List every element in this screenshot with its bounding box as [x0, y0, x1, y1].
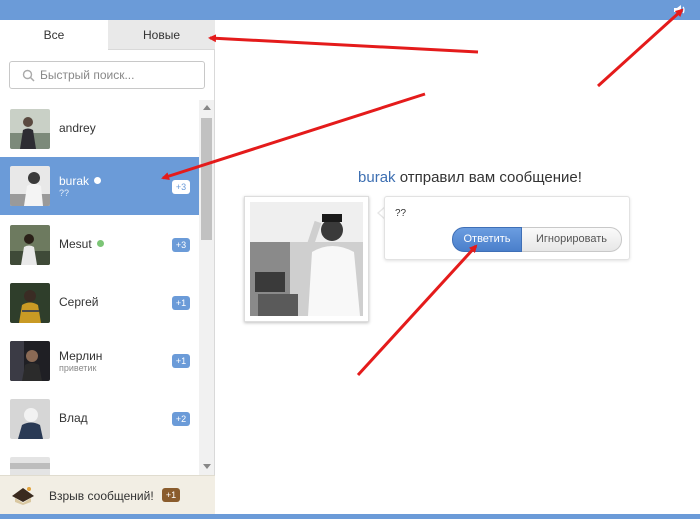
avatar: [10, 283, 50, 323]
app-window: Все Новые andrey burak: [0, 0, 700, 519]
message-blast-icon: [12, 487, 34, 505]
notification-author-link[interactable]: burak: [358, 169, 396, 186]
contact-name: burak: [59, 174, 102, 188]
message-bubble: ?? Ответить Игнорировать: [384, 196, 630, 260]
contact-item-active[interactable]: burak ?? +3: [0, 157, 199, 215]
contact-item[interactable]: Мерлин приветик +1: [0, 332, 199, 390]
tab-all[interactable]: Все: [0, 20, 108, 50]
scroll-up-icon[interactable]: [203, 105, 211, 110]
unread-badge: +1: [172, 296, 190, 310]
contact-item[interactable]: Влад +2: [0, 390, 199, 448]
unread-badge: +1: [172, 354, 190, 368]
online-indicator: [96, 240, 104, 247]
unread-badge: +3: [172, 180, 190, 194]
scrollbar-thumb[interactable]: [201, 118, 212, 240]
search-box[interactable]: [9, 61, 205, 89]
tab-new[interactable]: Новые: [108, 20, 215, 50]
notification-text: отправил вам сообщение!: [399, 169, 582, 186]
arrow-to-new-tab: [208, 34, 479, 54]
contact-item[interactable]: Сергей +1: [0, 274, 199, 332]
unread-badge: +2: [172, 412, 190, 426]
contact-name: Сергей: [59, 295, 99, 309]
tabs: Все Новые: [0, 20, 215, 50]
contact-list-scrollbar[interactable]: [199, 100, 214, 475]
contact-last-message: приветик: [59, 363, 97, 373]
avatar: [10, 399, 50, 439]
contact-last-message: ??: [59, 188, 70, 198]
contact-item[interactable]: andrey: [0, 100, 199, 158]
message-blast-label: Взрыв сообщений!: [49, 489, 154, 503]
sound-icon[interactable]: [672, 2, 688, 18]
sender-photo[interactable]: [244, 196, 369, 322]
contact-name: Mesut: [59, 237, 104, 251]
message-blast-badge: +1: [162, 488, 180, 502]
online-indicator: [94, 177, 102, 184]
search-input[interactable]: [40, 65, 200, 85]
ignore-button[interactable]: Игнорировать: [522, 227, 622, 252]
avatar: [10, 166, 50, 206]
contact-item[interactable]: Mesut +3: [0, 216, 199, 274]
notification-title: burak отправил вам сообщение!: [320, 169, 620, 186]
contact-item[interactable]: [0, 448, 199, 475]
top-bar: [0, 0, 700, 20]
avatar: [10, 457, 50, 475]
contact-name: Влад: [59, 411, 88, 425]
message-blast-bar[interactable]: Взрыв сообщений! +1: [0, 475, 215, 514]
conversation-sidebar: Все Новые andrey burak: [0, 20, 215, 514]
contact-name: andrey: [59, 121, 96, 135]
avatar: [10, 341, 50, 381]
scroll-down-icon[interactable]: [203, 464, 211, 469]
reply-button[interactable]: Ответить: [452, 227, 522, 252]
avatar: [10, 225, 50, 265]
unread-badge: +3: [172, 238, 190, 252]
arrow-to-reply: [356, 244, 478, 377]
bottom-bar: [0, 514, 700, 519]
arrow-to-sound: [596, 8, 684, 88]
contact-list: andrey burak ?? +3 Mesut +3 Сергей +1 Ме…: [0, 100, 199, 475]
search-icon: [22, 69, 35, 82]
message-text: ??: [395, 208, 407, 219]
avatar: [10, 109, 50, 149]
contact-name: Мерлин: [59, 349, 103, 363]
